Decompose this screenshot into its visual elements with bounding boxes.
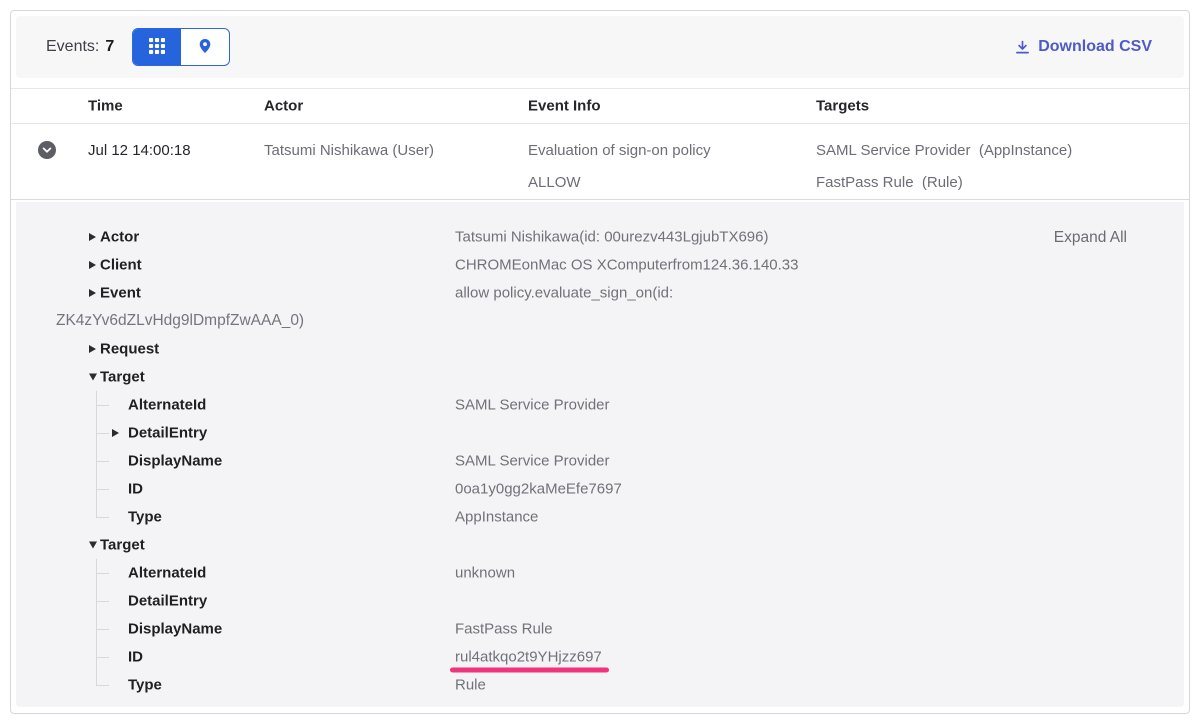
column-header-time: Time	[88, 98, 123, 115]
tree-node-value: SAML Service Provider	[455, 397, 610, 414]
tree-connector-tick	[96, 657, 109, 658]
grid-icon	[149, 38, 165, 57]
tree-row: ID 0oa1y0gg2kaMeEfe7697	[16, 475, 1184, 503]
tree-node-label: ID	[128, 481, 143, 498]
tree-node-value: FastPass Rule	[455, 621, 553, 638]
tree-row: DisplayName FastPass Rule	[16, 615, 1184, 643]
detail-tree: Actor Tatsumi Nishikawa(id: 00urezv443Lgj…	[16, 223, 1184, 699]
tree-connector-tick	[96, 489, 109, 490]
tree-row: Type AppInstance	[16, 503, 1184, 531]
collapse-arrow-icon[interactable]	[89, 542, 97, 549]
tree-connector-tick	[96, 601, 109, 602]
event-target-line2: FastPass Rule (Rule)	[816, 174, 963, 191]
event-row: Jul 12 14:00:18 Tatsumi Nishikawa (User)…	[11, 124, 1189, 200]
tree-connector-tick	[96, 685, 109, 686]
tree-node-value: AppInstance	[455, 509, 538, 526]
tree-connector-tick	[96, 405, 109, 406]
column-header-event-info: Event Info	[528, 98, 601, 115]
tree-node-label: DetailEntry	[128, 593, 207, 610]
tree-node-label: DisplayName	[128, 621, 222, 638]
tree-row: Request	[16, 335, 1184, 363]
column-header-targets: Targets	[816, 98, 869, 115]
tree-row: Type Rule	[16, 671, 1184, 699]
tree-node-value: unknown	[455, 565, 515, 582]
collapse-row-icon[interactable]	[38, 141, 56, 159]
tree-node-label[interactable]: Target	[100, 369, 145, 386]
tree-node-label[interactable]: Actor	[100, 229, 139, 246]
tree-node-label: ID	[128, 649, 143, 666]
column-header-actor: Actor	[264, 98, 303, 115]
event-target-line1: SAML Service Provider (AppInstance)	[816, 142, 1072, 159]
tree-row: ID rul4atkqo2t9YHjzz697	[16, 643, 1184, 671]
tree-node-label: DisplayName	[128, 453, 222, 470]
expand-arrow-icon[interactable]	[112, 429, 119, 437]
event-detail-panel: Expand All ActorTatsumi Nishikawa(id: 00…	[16, 202, 1184, 707]
tree-node-value: 0oa1y0gg2kaMeEfe7697	[455, 481, 622, 498]
grid-view-button[interactable]	[133, 29, 181, 65]
tree-node-value: allow policy.evaluate_sign_on(id:	[455, 285, 673, 302]
tree-node-label: AlternateId	[128, 565, 206, 582]
events-count: 7	[105, 38, 114, 56]
tree-node-value: Tatsumi Nishikawa(id: 00urezv443LgjubTX6…	[455, 229, 769, 246]
tree-node-label: AlternateId	[128, 397, 206, 414]
tree-row: AlternateId unknown	[16, 559, 1184, 587]
tree-row: ZK4zYv6dZLvHdg9lDmpfZwAAA_0)	[16, 307, 1184, 335]
download-icon	[1015, 40, 1030, 55]
tree-node-label[interactable]: Target	[100, 537, 145, 554]
tree-connector-tick	[96, 573, 109, 574]
event-time: Jul 12 14:00:18	[88, 142, 191, 159]
events-header-band: Events: 7	[16, 16, 1184, 78]
tree-row: Target	[16, 363, 1184, 391]
event-info-line2: ALLOW	[528, 174, 581, 191]
tree-row: Target	[16, 531, 1184, 559]
expand-arrow-icon[interactable]	[89, 261, 96, 269]
events-label: Events:	[46, 38, 99, 56]
view-toggle	[132, 28, 230, 66]
tree-row: DisplayName SAML Service Provider	[16, 447, 1184, 475]
tree-row: DetailEntry	[16, 587, 1184, 615]
tree-row: AlternateId SAML Service Provider	[16, 391, 1184, 419]
event-info-line1: Evaluation of sign-on policy	[528, 142, 711, 159]
tree-node-label[interactable]: DetailEntry	[128, 425, 207, 442]
events-counter: Events: 7	[46, 38, 114, 56]
collapse-arrow-icon[interactable]	[89, 374, 97, 381]
tree-node-value: CHROMEonMac OS XComputerfrom124.36.140.3…	[455, 257, 798, 274]
tree-row: Client CHROMEonMac OS XComputerfrom124.36…	[16, 251, 1184, 279]
tree-connector-line	[96, 503, 97, 517]
tree-node-label[interactable]: Event	[100, 285, 141, 302]
tree-connector-tick	[96, 461, 109, 462]
tree-row: Event allow policy.evaluate_sign_on(id:	[16, 279, 1184, 307]
map-view-button[interactable]	[181, 29, 229, 65]
event-actor: Tatsumi Nishikawa (User)	[264, 142, 434, 159]
tree-connector-tick	[96, 517, 109, 518]
expand-arrow-icon[interactable]	[89, 345, 96, 353]
tree-node-value: Rule	[455, 677, 486, 694]
highlighted-tree-node-value: rul4atkqo2t9YHjzz697	[455, 649, 602, 666]
tree-node-label: Type	[128, 677, 162, 694]
tree-connector-line	[96, 671, 97, 685]
tree-node-label[interactable]: Client	[100, 257, 142, 274]
expand-arrow-icon[interactable]	[89, 233, 96, 241]
download-csv-label: Download CSV	[1038, 38, 1152, 56]
wrapped-id-text: ZK4zYv6dZLvHdg9lDmpfZwAAA_0)	[56, 312, 304, 330]
expand-arrow-icon[interactable]	[89, 289, 96, 297]
tree-row: Actor Tatsumi Nishikawa(id: 00urezv443Lgj…	[16, 223, 1184, 251]
table-header: Time Actor Event Info Targets	[11, 88, 1189, 124]
tree-row: DetailEntry	[16, 419, 1184, 447]
tree-connector-tick	[96, 433, 109, 434]
tree-node-value: SAML Service Provider	[455, 453, 610, 470]
tree-node-label: Type	[128, 509, 162, 526]
tree-node-label[interactable]: Request	[100, 341, 159, 358]
events-panel: Events: 7	[10, 10, 1190, 714]
tree-connector-tick	[96, 629, 109, 630]
map-pin-icon	[197, 38, 213, 57]
download-csv-link[interactable]: Download CSV	[1015, 38, 1152, 56]
